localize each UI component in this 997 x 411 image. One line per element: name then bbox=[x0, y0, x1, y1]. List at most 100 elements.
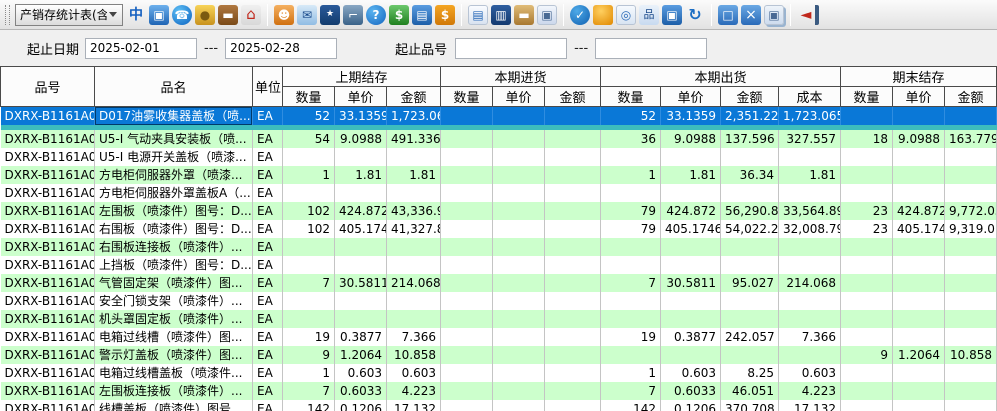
cell-value[interactable] bbox=[545, 202, 601, 220]
cell-item-code[interactable]: DXRX-B1161A0... bbox=[1, 346, 95, 364]
cell-value[interactable] bbox=[841, 256, 893, 274]
cell-value[interactable] bbox=[493, 238, 545, 256]
cell-value[interactable] bbox=[893, 400, 945, 411]
cell-value[interactable]: 7 bbox=[601, 274, 661, 292]
cell-value[interactable]: 17.132 bbox=[779, 400, 841, 411]
cell-value[interactable] bbox=[441, 256, 493, 274]
col-header-price[interactable]: 单价 bbox=[493, 87, 545, 107]
cell-value[interactable] bbox=[893, 382, 945, 400]
cascade-icon[interactable]: ▣ bbox=[764, 5, 784, 25]
cell-value[interactable]: 0.3877 bbox=[335, 328, 387, 346]
toolbar-grip[interactable] bbox=[5, 5, 10, 25]
cell-value[interactable] bbox=[545, 292, 601, 310]
cell-value[interactable] bbox=[601, 292, 661, 310]
cell-value[interactable]: 54 bbox=[283, 130, 335, 148]
cell-item-code[interactable]: DXRX-B1161A0... bbox=[1, 310, 95, 328]
table-row[interactable]: DXRX-B1161A0...U5-I 气动夹具安装板（喷...EA549.09… bbox=[1, 130, 997, 148]
cell-value[interactable] bbox=[945, 292, 997, 310]
cell-value[interactable]: 7.366 bbox=[779, 328, 841, 346]
cell-value[interactable] bbox=[721, 346, 779, 364]
close-window-icon[interactable]: × bbox=[741, 5, 761, 25]
cell-value[interactable] bbox=[601, 184, 661, 202]
cell-value[interactable] bbox=[441, 148, 493, 166]
cell-item-name[interactable]: U5-I 电源开关盖板（喷漆... bbox=[95, 148, 253, 166]
cell-value[interactable] bbox=[545, 310, 601, 328]
home-icon[interactable]: ⌂ bbox=[241, 5, 261, 25]
cell-value[interactable] bbox=[893, 238, 945, 256]
cell-value[interactable]: 4.223 bbox=[779, 382, 841, 400]
cell-value[interactable] bbox=[945, 256, 997, 274]
cell-value[interactable] bbox=[841, 184, 893, 202]
mail-icon[interactable]: ✉ bbox=[297, 5, 317, 25]
cell-unit[interactable]: EA bbox=[253, 256, 283, 274]
cell-value[interactable]: 405.1746 bbox=[661, 220, 721, 238]
cell-value[interactable] bbox=[841, 292, 893, 310]
cell-value[interactable]: 32,008.797 bbox=[779, 220, 841, 238]
cell-value[interactable]: 137.596 bbox=[721, 130, 779, 148]
cell-value[interactable]: 43,336.946 bbox=[387, 202, 441, 220]
cell-item-name[interactable]: 电箱过线槽（喷漆件）图... bbox=[95, 328, 253, 346]
cell-value[interactable]: 1.81 bbox=[779, 166, 841, 184]
cell-unit[interactable]: EA bbox=[253, 274, 283, 292]
cell-value[interactable]: 1 bbox=[283, 364, 335, 382]
cell-value[interactable] bbox=[387, 256, 441, 274]
notebook-icon[interactable]: ★ bbox=[320, 5, 340, 25]
cell-value[interactable] bbox=[779, 184, 841, 202]
cell-value[interactable] bbox=[441, 220, 493, 238]
cell-value[interactable] bbox=[721, 292, 779, 310]
cell-value[interactable] bbox=[779, 256, 841, 274]
cell-value[interactable]: 1.81 bbox=[661, 166, 721, 184]
report-refresh-icon[interactable]: ▤ bbox=[468, 5, 488, 25]
cell-item-name[interactable]: 安全门锁支架（喷漆件）... bbox=[95, 292, 253, 310]
table-row[interactable]: DXRX-B1161A0...方电柜伺服器外罩（喷漆...EA11.811.81… bbox=[1, 166, 997, 184]
cell-value[interactable]: 0.603 bbox=[335, 364, 387, 382]
cell-value[interactable] bbox=[779, 292, 841, 310]
cell-value[interactable]: 17.132 bbox=[387, 400, 441, 411]
cell-value[interactable]: 214.068 bbox=[387, 274, 441, 292]
col-header-name[interactable]: 品名 bbox=[95, 67, 253, 107]
cell-value[interactable] bbox=[601, 238, 661, 256]
cell-value[interactable]: 33,564.89 bbox=[779, 202, 841, 220]
col-header-cost[interactable]: 成本 bbox=[779, 87, 841, 107]
cell-item-name[interactable]: 右围板连接板（喷漆件）... bbox=[95, 238, 253, 256]
dollar-icon[interactable]: $ bbox=[389, 5, 409, 25]
cell-value[interactable] bbox=[945, 364, 997, 382]
table-row[interactable]: DXRX-B1161A0...D017油雾收集器盖板（喷...EA5233.13… bbox=[1, 107, 997, 125]
cell-value[interactable] bbox=[441, 292, 493, 310]
cell-item-name[interactable]: 上挡板（喷漆件）图号：D... bbox=[95, 256, 253, 274]
cell-value[interactable]: 36.34 bbox=[721, 166, 779, 184]
cell-item-code[interactable]: DXRX-B1161A0... bbox=[1, 202, 95, 220]
cell-value[interactable] bbox=[335, 310, 387, 328]
ledger-icon[interactable]: ▥ bbox=[491, 5, 511, 25]
cell-item-code[interactable]: DXRX-B1161A0... bbox=[1, 328, 95, 346]
cell-value[interactable] bbox=[893, 310, 945, 328]
cell-value[interactable] bbox=[893, 166, 945, 184]
cell-value[interactable] bbox=[601, 256, 661, 274]
cell-unit[interactable]: EA bbox=[253, 202, 283, 220]
table-row[interactable]: DXRX-B1161A0...警示灯盖板（喷漆件）图...EA91.206410… bbox=[1, 346, 997, 364]
cell-item-code[interactable]: DXRX-B1161A0... bbox=[1, 184, 95, 202]
cell-value[interactable] bbox=[893, 148, 945, 166]
cell-item-name[interactable]: 电箱过线槽盖板（喷漆件... bbox=[95, 364, 253, 382]
cell-value[interactable] bbox=[283, 310, 335, 328]
lock-icon[interactable]: ● bbox=[195, 5, 215, 25]
cell-value[interactable] bbox=[841, 107, 893, 125]
cell-value[interactable] bbox=[661, 292, 721, 310]
cell-value[interactable]: 491.336 bbox=[387, 130, 441, 148]
check-icon[interactable]: ✓ bbox=[570, 5, 590, 25]
cell-value[interactable]: 1.2064 bbox=[893, 346, 945, 364]
cell-value[interactable] bbox=[545, 238, 601, 256]
cell-value[interactable] bbox=[661, 184, 721, 202]
table-row[interactable]: DXRX-B1161A0...方电柜伺服器外罩盖板A（...EA bbox=[1, 184, 997, 202]
cell-value[interactable] bbox=[545, 107, 601, 125]
cell-value[interactable]: 424.872 bbox=[893, 202, 945, 220]
cell-value[interactable] bbox=[441, 364, 493, 382]
cell-value[interactable]: 8.25 bbox=[721, 364, 779, 382]
cell-value[interactable]: 0.6033 bbox=[661, 382, 721, 400]
cell-value[interactable]: 1.81 bbox=[387, 166, 441, 184]
cell-value[interactable] bbox=[661, 310, 721, 328]
cell-value[interactable] bbox=[283, 184, 335, 202]
cell-value[interactable] bbox=[335, 292, 387, 310]
bell-icon[interactable] bbox=[593, 5, 613, 25]
cell-value[interactable] bbox=[945, 148, 997, 166]
